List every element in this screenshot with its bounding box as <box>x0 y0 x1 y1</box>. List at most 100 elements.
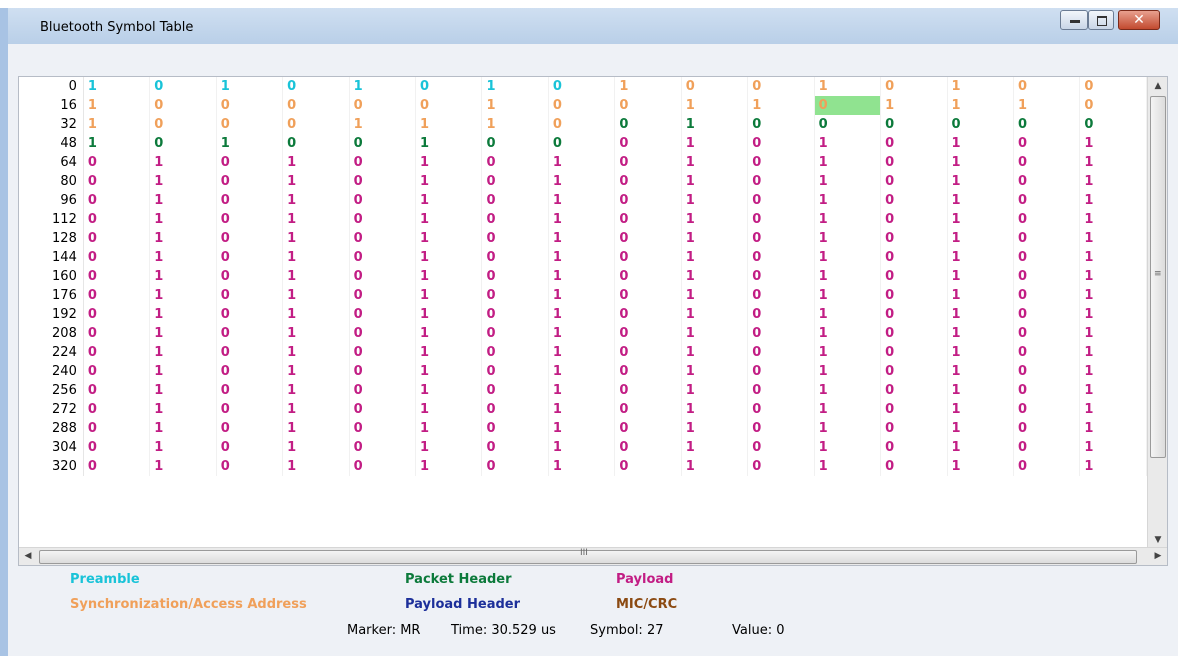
symbol-cell[interactable]: 0 <box>614 362 682 381</box>
symbol-cell[interactable]: 1 <box>282 343 350 362</box>
symbol-cell[interactable]: 0 <box>83 153 151 172</box>
symbol-cell[interactable]: 0 <box>880 381 948 400</box>
symbol-cell[interactable]: 1 <box>282 400 350 419</box>
symbol-cell[interactable]: 0 <box>349 362 417 381</box>
symbol-cell[interactable]: 0 <box>880 362 948 381</box>
symbol-cell[interactable]: 1 <box>415 210 483 229</box>
symbol-cell[interactable]: 1 <box>814 343 882 362</box>
symbol-cell[interactable]: 1 <box>814 286 882 305</box>
symbol-cell[interactable]: 0 <box>880 457 948 476</box>
symbol-cell[interactable]: 1 <box>947 286 1014 305</box>
symbol-cell[interactable]: 0 <box>216 115 284 134</box>
symbol-cell[interactable]: 1 <box>1079 324 1147 343</box>
symbol-cell[interactable]: 0 <box>349 343 417 362</box>
symbol-cell[interactable]: 0 <box>83 362 151 381</box>
symbol-cell[interactable]: 0 <box>880 286 948 305</box>
symbol-cell[interactable]: 0 <box>880 419 948 438</box>
symbol-cell[interactable]: 0 <box>216 172 284 191</box>
symbol-cell[interactable]: 1 <box>149 457 217 476</box>
symbol-cell[interactable]: 1 <box>814 77 882 96</box>
symbol-cell[interactable]: 0 <box>880 153 948 172</box>
symbol-cell[interactable]: 0 <box>1013 343 1081 362</box>
symbol-cell[interactable]: 1 <box>681 229 749 248</box>
symbol-cell[interactable]: 0 <box>614 400 682 419</box>
symbol-cell[interactable]: 1 <box>947 438 1014 457</box>
symbol-cell[interactable]: 0 <box>481 286 549 305</box>
symbol-cell[interactable]: 0 <box>1013 381 1081 400</box>
symbol-cell[interactable]: 0 <box>83 305 151 324</box>
symbol-cell[interactable]: 0 <box>83 324 151 343</box>
symbol-cell[interactable]: 1 <box>947 153 1014 172</box>
symbol-cell[interactable]: 1 <box>1079 438 1147 457</box>
symbol-cell[interactable]: 1 <box>614 77 682 96</box>
symbol-cell[interactable]: 0 <box>747 400 815 419</box>
symbol-cell[interactable]: 0 <box>1013 229 1081 248</box>
symbol-cell[interactable]: 1 <box>415 438 483 457</box>
symbol-cell[interactable]: 0 <box>481 248 549 267</box>
symbol-cell[interactable]: 1 <box>282 210 350 229</box>
symbol-cell[interactable]: 1 <box>681 457 749 476</box>
symbol-cell[interactable]: 0 <box>614 229 682 248</box>
symbol-cell[interactable]: 1 <box>1079 191 1147 210</box>
symbol-cell[interactable]: 1 <box>947 96 1014 115</box>
symbol-cell[interactable]: 0 <box>349 267 417 286</box>
symbol-cell[interactable]: 1 <box>814 172 882 191</box>
horizontal-scroll-thumb[interactable]: III <box>39 548 1137 564</box>
symbol-cell[interactable]: 1 <box>149 191 217 210</box>
symbol-cell[interactable]: 0 <box>614 305 682 324</box>
symbol-cell[interactable]: 0 <box>349 96 417 115</box>
symbol-cell[interactable]: 1 <box>681 362 749 381</box>
symbol-cell[interactable]: 0 <box>216 286 284 305</box>
symbol-cell[interactable]: 0 <box>614 134 682 153</box>
symbol-cell[interactable]: 0 <box>216 400 284 419</box>
symbol-cell[interactable]: 0 <box>614 248 682 267</box>
symbol-cell[interactable]: 1 <box>1079 362 1147 381</box>
symbol-cell[interactable]: 0 <box>349 305 417 324</box>
symbol-cell[interactable]: 1 <box>282 419 350 438</box>
symbol-cell[interactable]: 1 <box>814 400 882 419</box>
symbol-cell[interactable]: 1 <box>415 324 483 343</box>
symbol-cell[interactable]: 0 <box>880 438 948 457</box>
symbol-cell[interactable]: 0 <box>216 438 284 457</box>
symbol-cell[interactable]: 1 <box>282 172 350 191</box>
symbol-cell[interactable]: 1 <box>415 343 483 362</box>
symbol-cell[interactable]: 1 <box>681 172 749 191</box>
scroll-right-icon[interactable]: ▶ <box>1149 548 1167 566</box>
symbol-cell[interactable]: 0 <box>349 172 417 191</box>
symbol-cell[interactable]: 0 <box>349 324 417 343</box>
symbol-cell[interactable]: 1 <box>681 134 749 153</box>
symbol-cell[interactable]: 1 <box>548 267 616 286</box>
symbol-cell[interactable]: 0 <box>880 77 948 96</box>
symbol-cell[interactable]: 0 <box>83 419 151 438</box>
symbol-cell[interactable]: 0 <box>880 172 948 191</box>
symbol-cell[interactable]: 0 <box>614 153 682 172</box>
symbol-cell[interactable]: 0 <box>216 457 284 476</box>
symbol-cell[interactable]: 1 <box>149 153 217 172</box>
symbol-cell[interactable]: 0 <box>1013 438 1081 457</box>
symbol-cell[interactable]: 1 <box>415 362 483 381</box>
symbol-cell[interactable]: 1 <box>415 400 483 419</box>
symbol-cell[interactable]: 0 <box>880 229 948 248</box>
symbol-cell[interactable]: 0 <box>614 210 682 229</box>
symbol-cell[interactable]: 1 <box>548 153 616 172</box>
symbol-cell[interactable]: 1 <box>415 172 483 191</box>
symbol-cell[interactable]: 1 <box>282 457 350 476</box>
symbol-cell[interactable]: 1 <box>415 115 483 134</box>
symbol-cell[interactable]: 0 <box>1013 286 1081 305</box>
symbol-cell[interactable]: 0 <box>216 229 284 248</box>
symbol-cell[interactable]: 1 <box>149 438 217 457</box>
symbol-cell[interactable]: 1 <box>481 77 549 96</box>
symbol-cell[interactable]: 1 <box>947 191 1014 210</box>
symbol-cell[interactable]: 0 <box>747 457 815 476</box>
symbol-cell[interactable]: 1 <box>947 324 1014 343</box>
symbol-cell[interactable]: 1 <box>681 286 749 305</box>
symbol-cell[interactable]: 0 <box>349 438 417 457</box>
symbol-cell[interactable]: 1 <box>947 400 1014 419</box>
scroll-up-icon[interactable]: ▲ <box>1148 77 1168 95</box>
symbol-cell[interactable]: 0 <box>1013 115 1081 134</box>
symbol-cell[interactable]: 1 <box>149 362 217 381</box>
symbol-cell[interactable]: 1 <box>548 248 616 267</box>
symbol-cell[interactable]: 0 <box>349 286 417 305</box>
symbol-cell[interactable]: 0 <box>1013 457 1081 476</box>
symbol-cell[interactable]: 1 <box>149 267 217 286</box>
